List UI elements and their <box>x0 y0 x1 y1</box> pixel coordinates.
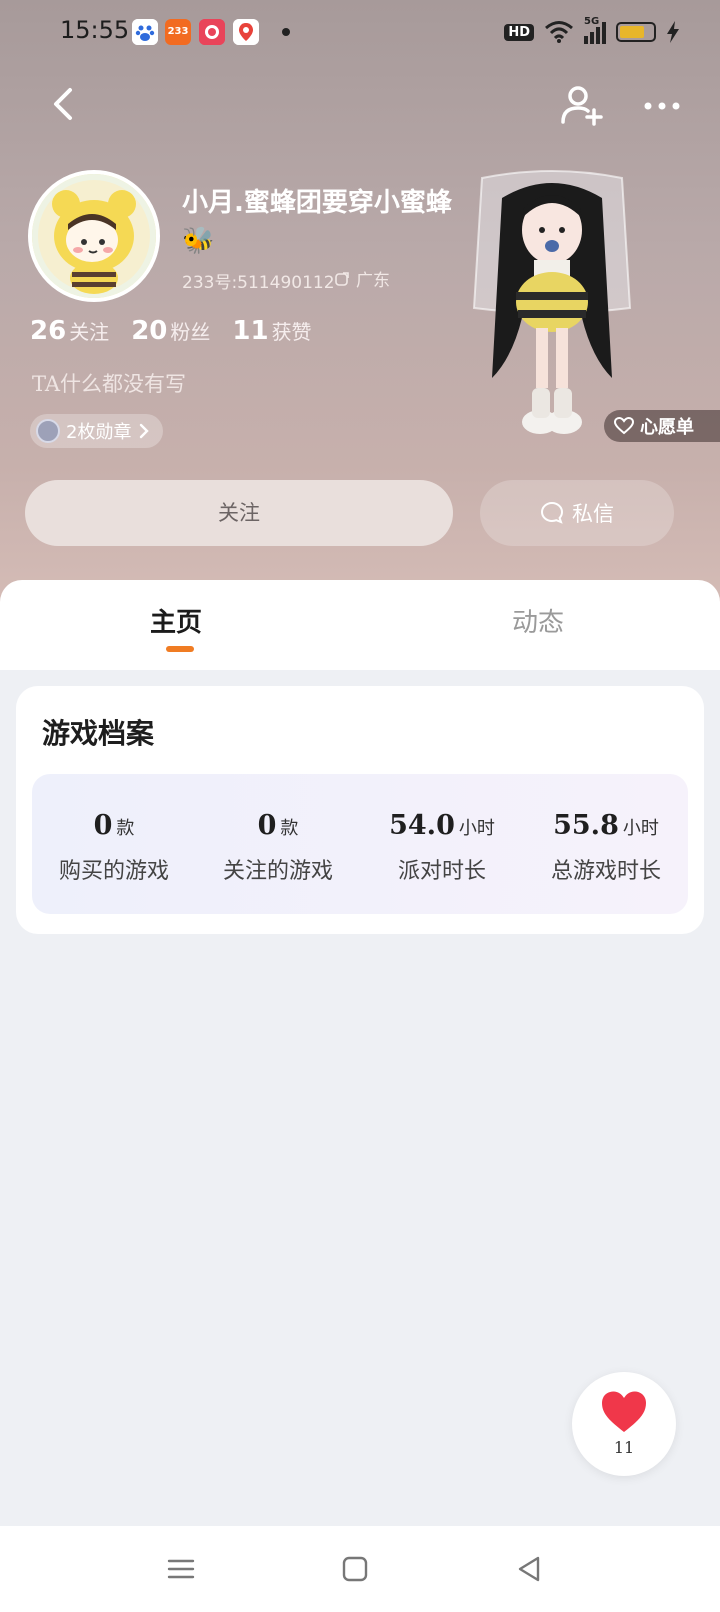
home-button[interactable] <box>340 1554 370 1584</box>
stat-unit: 小时 <box>458 818 495 839</box>
message-button[interactable]: 私信 <box>480 480 674 546</box>
followed-games-stat[interactable]: 0款 关注的游戏 <box>196 774 360 914</box>
tab-bar: 主页 动态 <box>0 580 720 670</box>
badges-button[interactable]: 2枚勋章 <box>30 414 164 448</box>
chevron-right-icon <box>140 423 150 439</box>
bee-bear-avatar-image <box>32 174 156 298</box>
followers-stat[interactable]: 20 粉丝 <box>131 316 210 346</box>
battery-icon <box>616 22 656 42</box>
233-app-icon: 233 <box>165 19 191 45</box>
stat-label: 派对时长 <box>397 859 486 884</box>
menu-icon <box>167 1559 195 1579</box>
3d-character-avatar[interactable] <box>452 168 652 444</box>
more-icon <box>644 102 680 110</box>
stat-unit: 款 <box>280 818 299 839</box>
message-label: 私信 <box>572 502 614 526</box>
stat-value: 20 <box>131 316 168 346</box>
active-tab-indicator <box>166 646 194 652</box>
stat-label: 购买的游戏 <box>58 859 169 884</box>
wishlist-button[interactable]: 心愿单 <box>604 410 720 442</box>
location-icon <box>335 271 349 286</box>
hd-badge: HD <box>504 23 534 41</box>
stat-value: 54.0 <box>389 810 455 841</box>
menu-button[interactable] <box>166 1554 196 1584</box>
following-stat[interactable]: 26 关注 <box>30 316 109 346</box>
stat-value: 0 <box>93 810 113 841</box>
pinduoduo-app-icon <box>199 19 225 45</box>
likes-stat[interactable]: 11 获赞 <box>232 316 311 346</box>
baidu-app-icon <box>132 19 158 45</box>
stat-unit: 小时 <box>622 818 659 839</box>
stat-label: 关注的游戏 <box>222 859 333 884</box>
nickname: 小月.蜜蜂团要穿小蜜蜂🐝 <box>182 188 452 256</box>
purchased-games-stat[interactable]: 0款 购买的游戏 <box>32 774 196 914</box>
status-indicators: HD 5G <box>504 16 680 46</box>
back-nav-button[interactable] <box>514 1554 544 1584</box>
like-button[interactable]: 11 <box>572 1372 676 1476</box>
follow-button[interactable]: 关注 <box>25 480 453 546</box>
signal-icon: 5G <box>584 16 606 44</box>
total-play-time-stat[interactable]: 55.8 小时 总游戏时长 <box>524 774 688 914</box>
game-profile-title: 游戏档案 <box>42 717 155 750</box>
back-button[interactable] <box>44 82 88 126</box>
game-stats-panel: 0款 购买的游戏 0款 关注的游戏 54.0 小时 派对时长 55.8 小时 总游戏… <box>32 774 688 914</box>
stat-label: 获赞 <box>271 320 312 344</box>
heart-outline-icon <box>614 417 634 435</box>
avatar[interactable] <box>28 170 160 302</box>
system-navigation-bar <box>0 1526 720 1612</box>
profile-stats: 26 关注 20 粉丝 11 获赞 <box>30 316 312 346</box>
stat-label: 总游戏时长 <box>550 859 661 884</box>
map-app-icon <box>233 19 259 45</box>
bio-text: TA什么都没有写 <box>32 372 187 396</box>
location-text: 广东 <box>356 271 390 291</box>
chat-bubble-icon <box>540 501 564 524</box>
network-type: 5G <box>584 16 600 27</box>
heart-icon <box>602 1391 646 1432</box>
status-time: 15:55 <box>60 16 130 44</box>
medal-icon <box>36 419 60 443</box>
stat-value: 55.8 <box>553 810 619 841</box>
stat-label: 粉丝 <box>170 320 211 344</box>
stat-unit: 款 <box>116 818 135 839</box>
notification-dot <box>282 28 290 36</box>
badges-label: 2枚勋章 <box>66 422 132 443</box>
back-triangle-icon <box>518 1556 540 1582</box>
status-bar: 15:55 233 HD 5G <box>0 0 720 64</box>
home-square-icon <box>342 1556 368 1582</box>
tab-home[interactable]: 主页 <box>150 602 202 639</box>
bee-costume-character-image <box>472 170 632 434</box>
tab-activity[interactable]: 动态 <box>512 602 564 639</box>
user-id: 233号:511490112 <box>182 273 335 293</box>
stat-label: 关注 <box>69 320 110 344</box>
stat-value: 26 <box>30 316 67 346</box>
like-count: 11 <box>613 1438 635 1457</box>
wifi-icon <box>545 21 573 43</box>
wishlist-label: 心愿单 <box>640 417 694 438</box>
stat-value: 11 <box>232 316 269 346</box>
more-options-button[interactable] <box>638 82 686 130</box>
add-friend-button[interactable] <box>558 82 606 130</box>
game-profile-card: 游戏档案 0款 购买的游戏 0款 关注的游戏 54.0 小时 派对时长 55.8 小… <box>16 686 704 934</box>
add-user-icon <box>561 86 603 126</box>
stat-value: 0 <box>257 810 277 841</box>
chevron-left-icon <box>54 88 72 120</box>
charging-icon <box>667 21 679 43</box>
user-location: 广东 <box>334 266 390 291</box>
party-time-stat[interactable]: 54.0 小时 派对时长 <box>360 774 524 914</box>
